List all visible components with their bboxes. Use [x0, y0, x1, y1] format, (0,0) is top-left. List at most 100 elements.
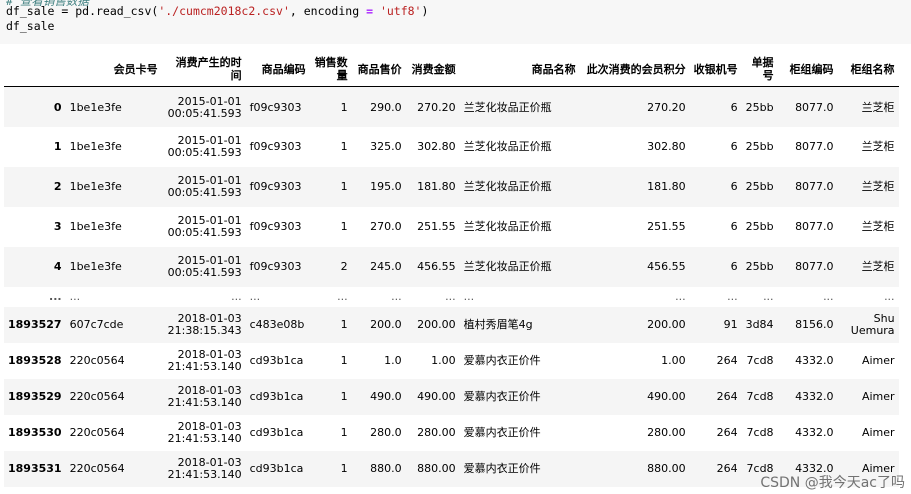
table-cell: 2015-01-01 00:05:41.593	[167, 253, 242, 279]
column-header: 会员卡号	[65, 52, 162, 87]
column-header: 柜组编码	[777, 52, 838, 87]
table-cell: 2015-01-01 00:05:41.593	[167, 173, 242, 199]
table-cell: 1be1e3fe	[69, 101, 122, 115]
code-string-path: './cumcm2018c2.csv'	[158, 4, 290, 18]
table-cell: 1	[340, 101, 348, 115]
table-cell: 8077.0	[795, 140, 834, 153]
table-cell: 880.0	[370, 462, 402, 475]
table-cell: 280.0	[370, 426, 402, 439]
table-cell: 880.00	[417, 462, 456, 475]
table-cell: 25bb	[745, 180, 774, 193]
table-cell: 1	[340, 180, 348, 193]
table-cell: 2015-01-01 00:05:41.593	[167, 94, 242, 120]
table-cell: 7cd8	[746, 354, 774, 367]
table-cell: ...	[249, 290, 261, 303]
table-cell: 1.0	[384, 354, 402, 367]
table-cell: f09c9303	[249, 140, 302, 153]
table-cell: 490.0	[370, 390, 402, 403]
table-cell: f09c9303	[249, 260, 302, 273]
table-cell: 4332.0	[795, 390, 834, 403]
table-cell: 25bb	[745, 140, 774, 153]
table-cell: 280.00	[647, 426, 686, 439]
table-cell: 25bb	[745, 260, 774, 273]
column-header: 商品售价	[351, 52, 406, 87]
column-header: 商品名称	[459, 52, 580, 87]
table-cell: 植村秀眉笔4g	[463, 317, 533, 331]
table-cell: 1be1e3fe	[69, 180, 122, 193]
table-cell: f09c9303	[249, 220, 302, 233]
code-text-close: )	[421, 4, 429, 18]
table-cell: 4332.0	[795, 354, 834, 367]
table-row: 3 1be1e3fe 2015-01-01 00:05:41.593 f09c9303…	[4, 207, 899, 247]
row-index: 4	[53, 260, 62, 273]
table-cell: 264	[716, 354, 738, 367]
table-cell: 兰芝化妆品正价瓶	[463, 139, 552, 153]
row-index: 1893527	[8, 318, 62, 331]
table-cell: 195.0	[370, 180, 402, 193]
table-cell: 1be1e3fe	[69, 260, 122, 273]
table-cell: 兰芝化妆品正价瓶	[463, 179, 552, 193]
table-cell: ...	[823, 290, 834, 303]
table-cell: 爱慕内衣正价件	[463, 353, 541, 367]
table-cell: 8077.0	[795, 220, 834, 233]
table-cell: c483e08b	[249, 318, 305, 331]
table-cell: 1	[340, 140, 348, 153]
table-cell: 兰芝柜	[861, 100, 895, 114]
table-cell: 6	[730, 260, 738, 273]
table-cell: cd93b1ca	[249, 426, 304, 439]
table-cell: 91	[723, 318, 738, 331]
table-cell: 880.00	[647, 462, 686, 475]
table-cell: Aimer	[861, 353, 895, 367]
code-operator: =	[366, 4, 373, 18]
table-cell: 2018-01-03 21:38:15.343	[167, 311, 242, 337]
table-cell: 270.20	[647, 101, 686, 115]
table-cell: 3d84	[745, 318, 774, 331]
table-cell: 245.0	[370, 260, 402, 273]
table-cell: 1.00	[661, 354, 686, 367]
table-cell: ...	[445, 290, 456, 303]
dataframe-table: 会员卡号 消费产生的时间 商品编码 销售数量 商品售价 消费金额 商品名称 此次…	[4, 52, 899, 487]
column-header: 消费产生的时间	[161, 52, 246, 87]
table-cell: 兰芝柜	[861, 259, 895, 273]
table-cell: 8156.0	[795, 318, 834, 331]
table-cell: 290.0	[370, 101, 402, 115]
table-cell: Aimer	[861, 425, 895, 439]
table-cell: 2018-01-03 21:41:53.140	[167, 383, 242, 409]
watermark: CSDN @我今天ac了吗	[760, 475, 905, 491]
index-header	[4, 52, 66, 87]
table-cell: 6	[730, 180, 738, 193]
table-cell: 456.55	[417, 260, 456, 273]
code-text-encoding: , encoding	[289, 4, 367, 18]
row-index: ...	[49, 290, 62, 303]
table-cell: 兰芝化妆品正价瓶	[463, 219, 552, 233]
table-cell: 220c0564	[69, 354, 125, 367]
table-cell: 25bb	[745, 220, 774, 233]
table-cell: 302.80	[647, 140, 686, 153]
table-cell: 2018-01-03 21:41:53.140	[167, 419, 242, 445]
table-row: 1 1be1e3fe 2015-01-01 00:05:41.593 f09c9303…	[4, 127, 899, 167]
table-cell: 220c0564	[69, 426, 125, 439]
table-row: 1893529 220c0564 2018-01-03 21:41:53.140 cd…	[4, 378, 899, 415]
table-cell: 1	[340, 390, 348, 403]
table-cell: ...	[69, 290, 81, 303]
table-cell: 270.20	[417, 101, 456, 115]
table-cell: 4332.0	[795, 426, 834, 439]
column-header: 单据号	[741, 52, 778, 87]
table-cell: 302.80	[417, 140, 456, 153]
table-cell: ...	[463, 289, 475, 303]
table-cell: 200.00	[647, 318, 686, 331]
code-string-encoding: 'utf8'	[379, 4, 422, 18]
code-cell[interactable]: # 查看销售数据 df_sale = pd.read_csv('./cumcm2…	[0, 0, 911, 44]
table-cell: 1	[340, 318, 348, 331]
table-cell: f09c9303	[249, 101, 302, 115]
table-cell: 1	[340, 462, 348, 475]
table-cell: 8077.0	[795, 260, 834, 273]
table-cell: 1	[340, 354, 348, 367]
table-cell: 1	[340, 220, 348, 233]
table-cell: 6	[730, 220, 738, 233]
table-body: 0 1be1e3fe 2015-01-01 00:05:41.593 f09c9303…	[4, 86, 899, 487]
table-row: 1893530 220c0564 2018-01-03 21:41:53.140 cd…	[4, 415, 899, 451]
code-text: df_sale = pd.read_csv(	[6, 4, 159, 18]
table-cell: 456.55	[647, 260, 686, 273]
table-cell: 8077.0	[795, 101, 834, 115]
